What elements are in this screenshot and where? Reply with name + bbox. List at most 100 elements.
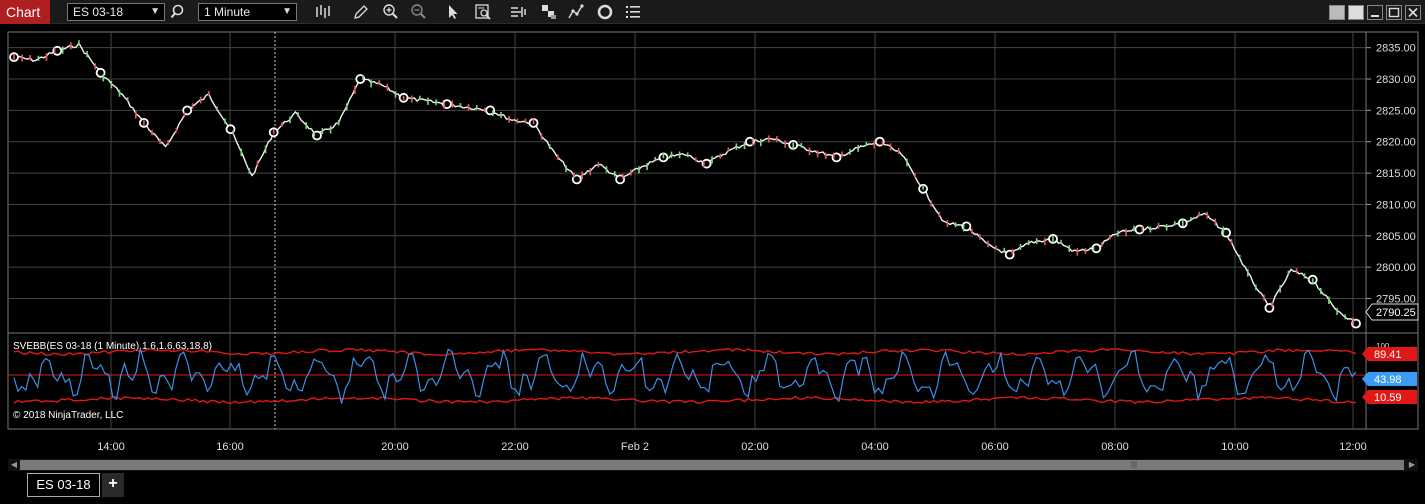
- candle-body: [45, 53, 48, 61]
- pencil-draw-icon[interactable]: [352, 3, 370, 21]
- candle-body: [1165, 224, 1168, 231]
- close-icon[interactable]: [1405, 5, 1421, 20]
- candle-body: [865, 142, 868, 147]
- candle-body: [605, 166, 608, 173]
- window-tile-icon[interactable]: [1329, 5, 1345, 20]
- candle-body: [638, 166, 640, 174]
- candle-body: [1214, 218, 1217, 226]
- candle-body: [971, 228, 973, 234]
- upper-band-line: [13, 347, 1357, 357]
- price-tick-label: 2800.00: [1376, 262, 1416, 274]
- time-label: 04:00: [861, 441, 889, 453]
- candle-body: [1027, 240, 1030, 246]
- last-price-value: 2790.25: [1376, 307, 1416, 319]
- candle-body: [1247, 269, 1249, 277]
- tab-es-03-18[interactable]: ES 03-18: [27, 473, 100, 497]
- pointer-icon[interactable]: [444, 3, 462, 21]
- chart-tab[interactable]: Chart: [0, 0, 50, 24]
- properties-list-icon[interactable]: [624, 3, 642, 21]
- toolbar: Chart ES 03-18 ▼ 1 Minute ▼: [0, 0, 1425, 24]
- candle-body: [1173, 221, 1176, 226]
- tab-bar: ES 03-18 +: [0, 471, 1425, 504]
- scrollbar-grip-icon[interactable]: |||: [1128, 460, 1140, 470]
- candle-body: [1311, 278, 1314, 285]
- candle-body: [548, 144, 551, 150]
- candle-body: [914, 173, 916, 178]
- candle-body: [1238, 254, 1241, 260]
- lower-value-badge: 10.59: [1362, 390, 1417, 404]
- zoom-out-icon[interactable]: [410, 3, 428, 21]
- candle-body: [1100, 242, 1103, 248]
- minimize-icon[interactable]: [1367, 5, 1383, 20]
- candle-body: [1076, 248, 1079, 256]
- data-box-icon[interactable]: [474, 3, 492, 21]
- candle-body: [508, 115, 510, 123]
- candle-body: [613, 171, 616, 177]
- window-restore-icon[interactable]: [1348, 5, 1364, 20]
- candle-body: [248, 168, 251, 174]
- candle-body: [500, 111, 502, 119]
- candle-body: [930, 200, 932, 207]
- maximize-icon[interactable]: [1386, 5, 1402, 20]
- candle-body: [816, 150, 819, 158]
- candle-body: [21, 54, 23, 62]
- candle-body: [662, 153, 665, 159]
- candle-body: [1084, 247, 1087, 254]
- candle-body: [305, 122, 307, 129]
- candle-body: [565, 165, 567, 173]
- chart-area[interactable]: 2835.00 2830.00 2825.00 2820.00 2815.00 2810.…: [0, 24, 1425, 459]
- candle-body: [743, 142, 746, 150]
- price-tick-label: 2815.00: [1376, 168, 1416, 180]
- time-label: 20:00: [381, 441, 409, 453]
- candle-body: [1141, 226, 1144, 232]
- candle-body: [581, 171, 583, 180]
- drawing-objects-icon[interactable]: [567, 3, 585, 21]
- horizontal-scrollbar[interactable]: ◀ ||| ▶: [8, 459, 1418, 471]
- candle-body: [86, 51, 88, 58]
- candle-body: [435, 99, 437, 106]
- instrument-selector[interactable]: ES 03-18 ▼: [67, 3, 165, 21]
- candle-body: [1271, 302, 1273, 307]
- time-label: 08:00: [1101, 441, 1129, 453]
- last-price-badge: 2790.25: [1365, 303, 1419, 321]
- search-icon[interactable]: [170, 3, 188, 21]
- scroll-right-icon[interactable]: ▶: [1406, 459, 1418, 471]
- interval-value: 1 Minute: [204, 5, 251, 19]
- candle-body: [622, 173, 624, 179]
- candle-body: [906, 158, 908, 167]
- scroll-left-icon[interactable]: ◀: [8, 459, 20, 471]
- candle-body: [102, 74, 105, 82]
- candle-body: [670, 151, 673, 159]
- strategy-icon[interactable]: [509, 3, 527, 21]
- time-label: 10:00: [1221, 441, 1249, 453]
- candle-body: [703, 161, 705, 168]
- candle-body: [386, 83, 389, 91]
- candle-body: [654, 157, 656, 162]
- candle-body: [857, 144, 859, 152]
- scrollbar-thumb[interactable]: [20, 460, 1404, 470]
- candle-body: [589, 168, 592, 176]
- candle-body: [1003, 247, 1006, 253]
- candle-body: [159, 138, 161, 145]
- candle-body: [760, 138, 762, 147]
- candle-body: [1344, 314, 1346, 320]
- candle-body: [337, 119, 340, 126]
- bar-type-icon[interactable]: [314, 3, 332, 21]
- candle-body: [557, 154, 559, 160]
- candle-body: [516, 118, 519, 124]
- interval-selector[interactable]: 1 Minute ▼: [198, 3, 297, 21]
- candle-body: [573, 172, 575, 178]
- chart-style-icon[interactable]: [540, 3, 558, 21]
- candle-body: [1295, 268, 1298, 274]
- refresh-icon[interactable]: [596, 3, 614, 21]
- candle-body: [833, 152, 835, 159]
- chart-window: Chart ES 03-18 ▼ 1 Minute ▼ 2835.00 2830…: [0, 0, 1425, 504]
- candle-body: [281, 122, 283, 127]
- candle-body: [719, 153, 721, 159]
- candle-body: [849, 148, 851, 155]
- candle-body: [362, 75, 364, 80]
- time-label: 06:00: [981, 441, 1009, 453]
- add-tab-button[interactable]: +: [102, 473, 124, 497]
- zoom-in-icon[interactable]: [382, 3, 400, 21]
- candle-body: [1222, 226, 1225, 235]
